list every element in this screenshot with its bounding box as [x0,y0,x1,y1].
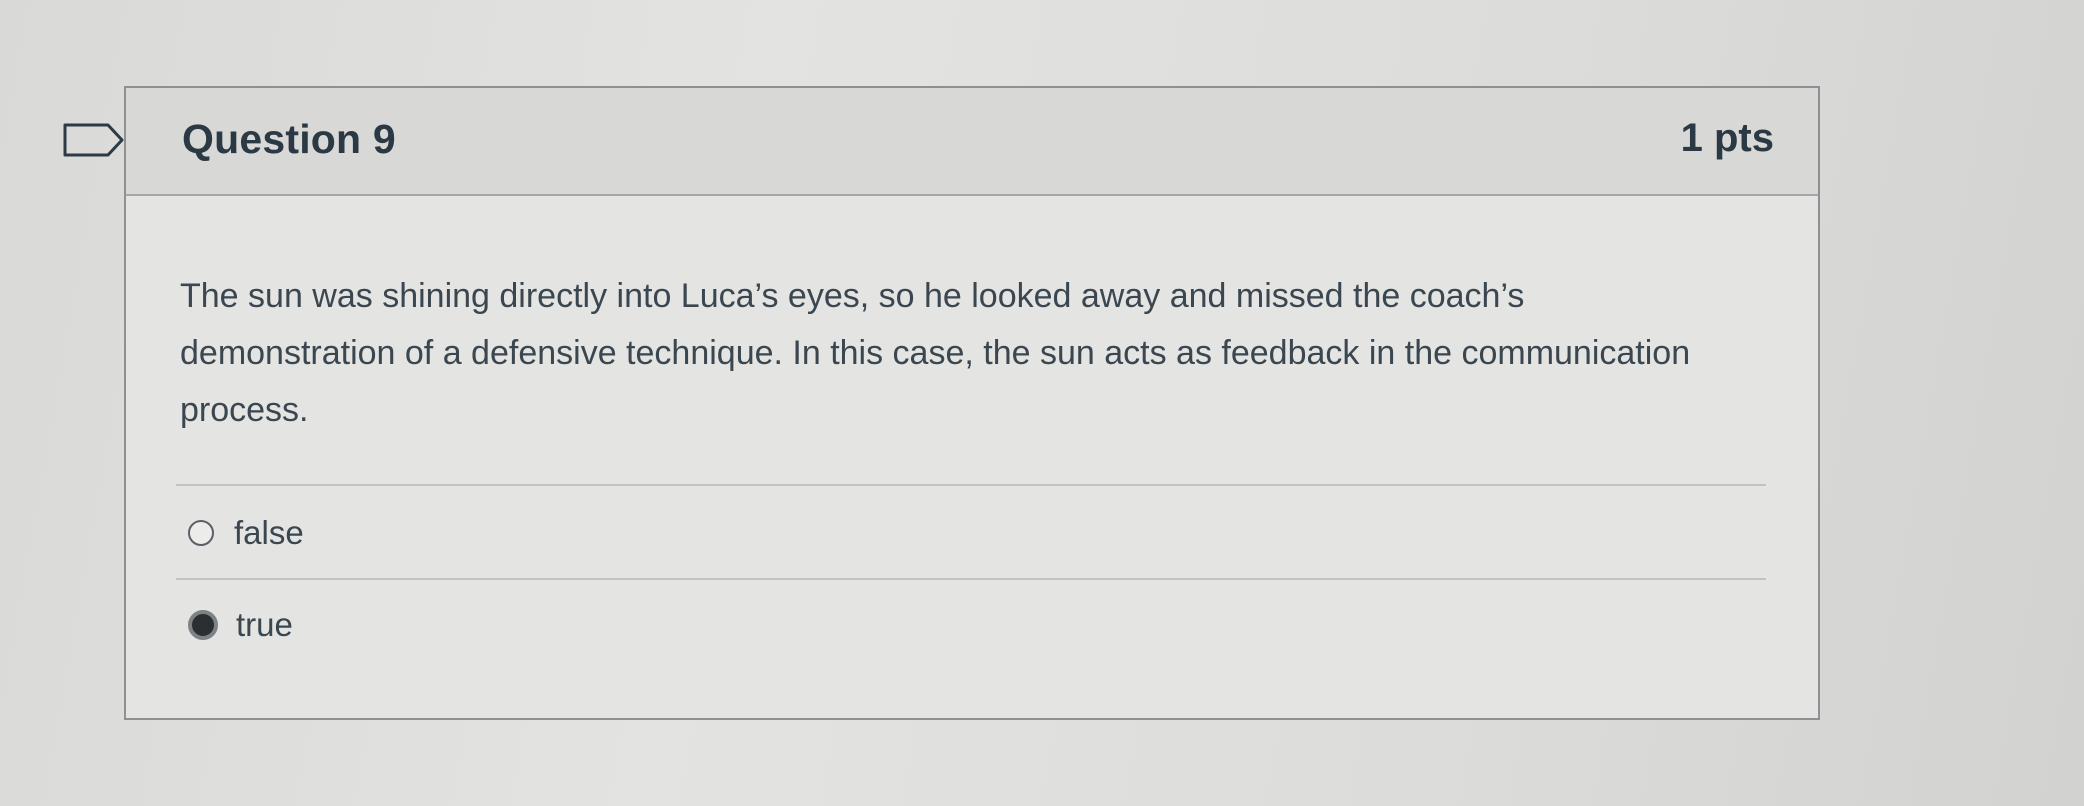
answer-label-false: false [234,514,304,551]
question-header: Question 9 1 pts [126,88,1818,196]
question-points: 1 pts [1680,116,1774,160]
radio-checked-icon[interactable] [188,610,218,640]
answer-option-false[interactable]: false [188,514,304,552]
answer-option-true[interactable]: true [188,606,293,644]
question-title: Question 9 [182,116,396,162]
answers-divider-top [176,484,1766,486]
question-text: The sun was shining directly into Luca’s… [180,277,1691,429]
flag-question-icon[interactable] [62,122,126,158]
answers-divider-middle [176,578,1766,580]
radio-unchecked-icon[interactable] [188,520,214,546]
answer-label-true: true [236,606,293,643]
question-card: Question 9 1 pts The sun was shining dir… [124,86,1820,720]
